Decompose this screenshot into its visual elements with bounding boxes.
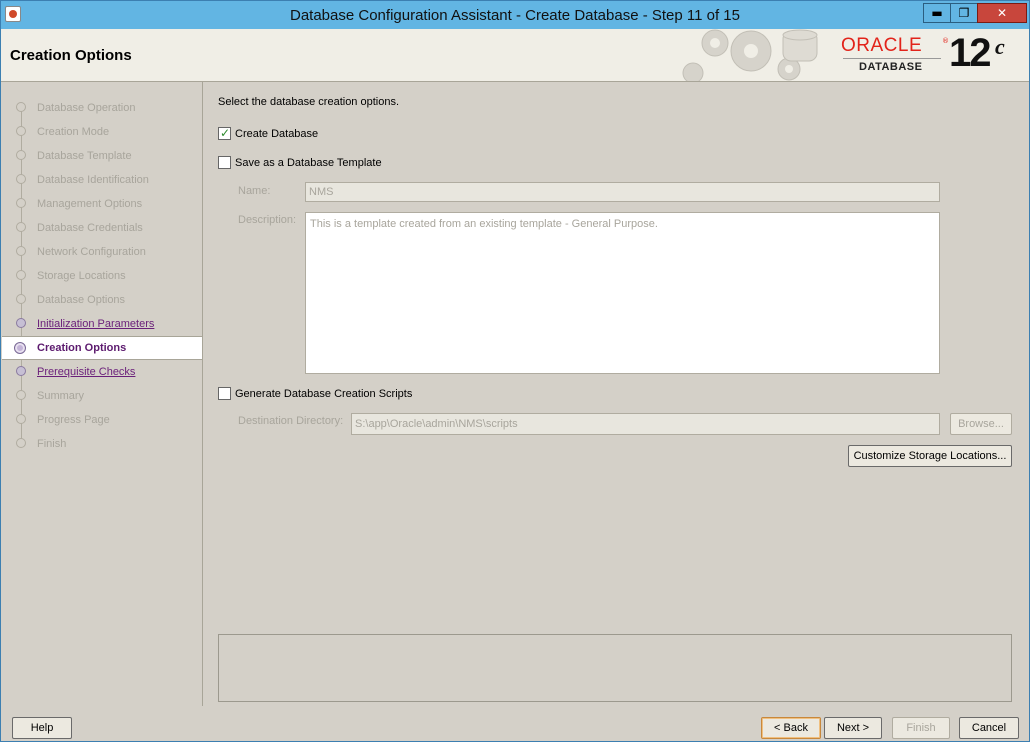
nav-step-database-options: Database Options bbox=[2, 289, 202, 311]
help-button[interactable]: Help bbox=[12, 717, 72, 739]
nav-step-finish: Finish bbox=[2, 433, 202, 455]
page-title: Creation Options bbox=[10, 47, 132, 64]
create-database-checkbox[interactable]: ✓ bbox=[218, 126, 231, 140]
template-description-textarea[interactable]: This is a template created from an exist… bbox=[305, 212, 940, 374]
restore-icon: ❐ bbox=[958, 6, 970, 20]
save-template-label[interactable]: Save as a Database Template bbox=[235, 157, 382, 169]
close-icon: ✕ bbox=[996, 6, 1008, 20]
dbca-window: Database Configuration Assistant - Creat… bbox=[0, 0, 1030, 742]
step-marker-icon bbox=[16, 318, 26, 328]
step-marker-icon bbox=[16, 126, 26, 136]
destination-directory-input[interactable]: S:\app\Oracle\admin\NMS\scripts bbox=[351, 413, 940, 435]
restore-button[interactable]: ❐ bbox=[950, 3, 978, 23]
save-template-checkbox[interactable] bbox=[218, 156, 231, 169]
minimize-icon: ▬ bbox=[931, 6, 943, 20]
step-marker-icon bbox=[16, 366, 26, 376]
oracle-brand: ORACLE bbox=[841, 35, 923, 56]
oracle-registered: ® bbox=[942, 37, 949, 45]
close-button[interactable]: ✕ bbox=[977, 3, 1027, 23]
header-band: Creation Options ORACLE ® DATABASE 12 c bbox=[1, 29, 1029, 82]
step-marker-icon bbox=[16, 174, 26, 184]
nav-step-storage-locations: Storage Locations bbox=[2, 265, 202, 287]
window-title: Database Configuration Assistant - Creat… bbox=[290, 7, 740, 24]
step-marker-icon bbox=[16, 102, 26, 112]
minimize-button[interactable]: ▬ bbox=[923, 3, 951, 23]
finish-button[interactable]: Finish bbox=[892, 717, 950, 739]
nav-step-prerequisite-checks[interactable]: Prerequisite Checks bbox=[2, 361, 202, 383]
generate-scripts-label[interactable]: Generate Database Creation Scripts bbox=[235, 388, 412, 400]
instruction-text: Select the database creation options. bbox=[218, 96, 400, 108]
title-bar[interactable]: Database Configuration Assistant - Creat… bbox=[1, 1, 1029, 29]
step-marker-icon bbox=[16, 270, 26, 280]
creation-options-panel: Select the database creation options. ✓ … bbox=[204, 82, 1029, 706]
step-marker-icon bbox=[16, 246, 26, 256]
next-button[interactable]: Next > bbox=[824, 717, 882, 739]
step-marker-icon bbox=[16, 222, 26, 232]
step-navigation: Database Operation Creation Mode Databas… bbox=[2, 82, 203, 706]
step-marker-icon bbox=[16, 198, 26, 208]
oracle-logo: ORACLE ® DATABASE bbox=[839, 35, 949, 77]
current-step-marker-icon bbox=[14, 342, 26, 354]
nav-step-database-identification: Database Identification bbox=[2, 169, 202, 191]
checkmark-icon: ✓ bbox=[220, 126, 231, 140]
nav-step-database-template: Database Template bbox=[2, 145, 202, 167]
step-marker-icon bbox=[16, 414, 26, 424]
version-suffix: c bbox=[995, 34, 1005, 59]
wizard-footer: Help < Back Next > Finish Cancel bbox=[2, 706, 1030, 742]
logo-divider bbox=[843, 58, 941, 59]
oracle-product: DATABASE bbox=[859, 61, 923, 73]
template-name-input[interactable]: NMS bbox=[305, 182, 940, 202]
nav-step-summary: Summary bbox=[2, 385, 202, 407]
step-marker-icon bbox=[16, 294, 26, 304]
nav-step-database-operation: Database Operation bbox=[2, 97, 202, 119]
gears-decoration-icon bbox=[682, 29, 818, 81]
browse-button[interactable]: Browse... bbox=[950, 413, 1012, 435]
nav-step-creation-options[interactable]: Creation Options bbox=[2, 336, 202, 360]
template-description-label: Description: bbox=[238, 214, 297, 226]
nav-step-management-options: Management Options bbox=[2, 193, 202, 215]
back-button[interactable]: < Back bbox=[761, 717, 821, 739]
nav-step-network-configuration: Network Configuration bbox=[2, 241, 202, 263]
nav-step-creation-mode: Creation Mode bbox=[2, 121, 202, 143]
create-database-label[interactable]: Create Database bbox=[235, 128, 318, 140]
step-marker-icon bbox=[16, 438, 26, 448]
nav-step-database-credentials: Database Credentials bbox=[2, 217, 202, 239]
nav-step-initialization-parameters[interactable]: Initialization Parameters bbox=[2, 313, 202, 335]
cancel-button[interactable]: Cancel bbox=[959, 717, 1019, 739]
destination-directory-label: Destination Directory: bbox=[238, 415, 344, 427]
template-name-label: Name: bbox=[238, 185, 271, 197]
message-area bbox=[218, 634, 1012, 702]
customize-storage-locations-button[interactable]: Customize Storage Locations... bbox=[848, 445, 1012, 467]
version-number: 12 bbox=[949, 31, 991, 75]
step-marker-icon bbox=[16, 390, 26, 400]
step-marker-icon bbox=[16, 150, 26, 160]
generate-scripts-checkbox[interactable] bbox=[218, 387, 231, 400]
nav-step-progress-page: Progress Page bbox=[2, 409, 202, 431]
